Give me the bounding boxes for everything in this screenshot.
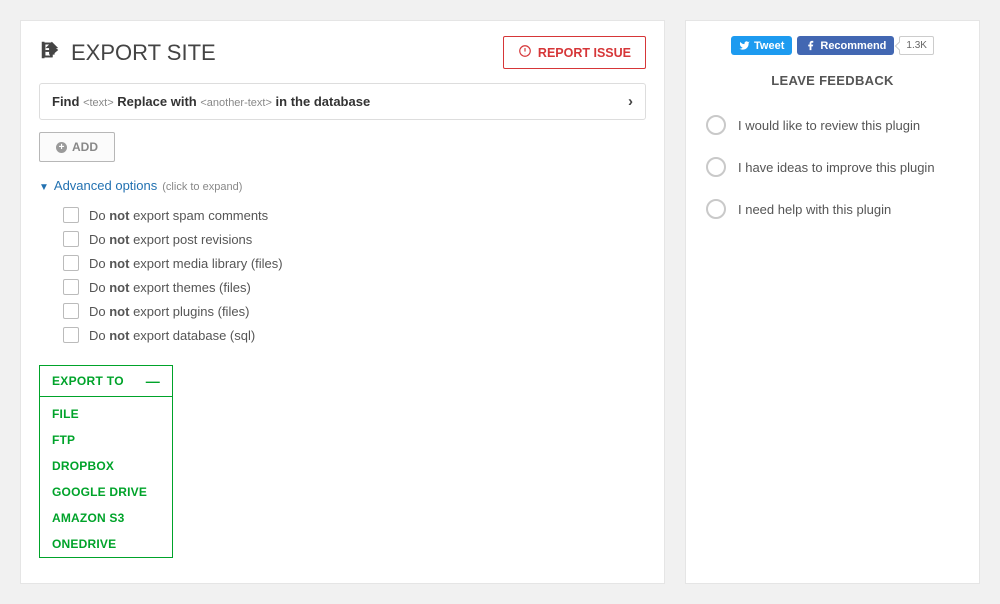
export-to-dropdown: EXPORT TO — FILEFTPDROPBOXGOOGLE DRIVEAM… <box>39 365 173 558</box>
advanced-option: Do not export media library (files) <box>63 251 646 275</box>
feedback-label: I would like to review this plugin <box>738 118 920 133</box>
export-to-button[interactable]: EXPORT TO — <box>40 366 172 397</box>
advanced-options-hint: (click to expand) <box>162 181 242 193</box>
feedback-option: I need help with this plugin <box>704 188 961 230</box>
find-replace-text: Find <text> Replace with <another-text> … <box>52 94 370 109</box>
export-target[interactable]: GOOGLE DRIVE <box>40 479 172 505</box>
twitter-icon <box>739 40 750 51</box>
advanced-option: Do not export plugins (files) <box>63 299 646 323</box>
export-targets-list: FILEFTPDROPBOXGOOGLE DRIVEAMAZON S3ONEDR… <box>40 397 172 557</box>
option-label: Do not export plugins (files) <box>89 304 249 319</box>
report-issue-button[interactable]: REPORT ISSUE <box>503 36 646 69</box>
advanced-option: Do not export themes (files) <box>63 275 646 299</box>
advanced-options: ▼ Advanced options (click to expand) Do … <box>39 178 646 347</box>
radio[interactable] <box>706 157 726 177</box>
recommend-button[interactable]: Recommend <box>797 36 894 55</box>
checkbox[interactable] <box>63 207 79 223</box>
advanced-option: Do not export spam comments <box>63 203 646 227</box>
export-target[interactable]: FILE <box>40 397 172 427</box>
caret-down-icon: ▼ <box>39 182 49 193</box>
add-button[interactable]: + ADD <box>39 132 115 162</box>
feedback-list: I would like to review this plugin I have… <box>704 104 961 230</box>
export-target[interactable]: FTP <box>40 427 172 453</box>
share-count: 1.3K <box>899 36 934 55</box>
find-replace-row[interactable]: Find <text> Replace with <another-text> … <box>39 83 646 120</box>
advanced-options-list: Do not export spam comments Do not export… <box>39 193 646 347</box>
export-to-label: EXPORT TO <box>52 374 124 388</box>
option-label: Do not export database (sql) <box>89 328 255 343</box>
tweet-label: Tweet <box>754 40 784 52</box>
minus-icon: — <box>146 376 160 386</box>
advanced-options-toggle[interactable]: ▼ Advanced options (click to expand) <box>39 178 646 193</box>
export-icon <box>39 39 61 67</box>
recommend-label: Recommend <box>820 40 886 52</box>
export-target[interactable]: AMAZON S3 <box>40 505 172 531</box>
radio[interactable] <box>706 115 726 135</box>
chevron-right-icon: › <box>628 93 633 110</box>
checkbox[interactable] <box>63 279 79 295</box>
panel-header: EXPORT SITE REPORT ISSUE <box>39 36 646 69</box>
export-target[interactable]: ONEDRIVE <box>40 531 172 557</box>
plus-icon: + <box>56 142 67 153</box>
feedback-option: I have ideas to improve this plugin <box>704 146 961 188</box>
add-button-label: ADD <box>72 140 98 154</box>
tweet-button[interactable]: Tweet <box>731 36 792 55</box>
warning-icon <box>518 44 532 61</box>
advanced-option: Do not export database (sql) <box>63 323 646 347</box>
advanced-options-label: Advanced options <box>54 178 157 193</box>
page-title-text: EXPORT SITE <box>71 40 216 66</box>
option-label: Do not export themes (files) <box>89 280 251 295</box>
feedback-option: I would like to review this plugin <box>704 104 961 146</box>
checkbox[interactable] <box>63 231 79 247</box>
feedback-panel: Tweet Recommend 1.3K LEAVE FEEDBACK I wo… <box>685 20 980 584</box>
feedback-label: I have ideas to improve this plugin <box>738 160 935 175</box>
export-target[interactable]: DROPBOX <box>40 453 172 479</box>
advanced-option: Do not export post revisions <box>63 227 646 251</box>
option-label: Do not export post revisions <box>89 232 252 247</box>
checkbox[interactable] <box>63 327 79 343</box>
feedback-title: LEAVE FEEDBACK <box>704 73 961 88</box>
option-label: Do not export spam comments <box>89 208 268 223</box>
share-count-value: 1.3K <box>906 40 927 51</box>
checkbox[interactable] <box>63 303 79 319</box>
report-issue-label: REPORT ISSUE <box>538 46 631 60</box>
checkbox[interactable] <box>63 255 79 271</box>
option-label: Do not export media library (files) <box>89 256 283 271</box>
feedback-label: I need help with this plugin <box>738 202 891 217</box>
page-title: EXPORT SITE <box>39 39 216 67</box>
radio[interactable] <box>706 199 726 219</box>
social-buttons: Tweet Recommend 1.3K <box>704 36 961 55</box>
export-site-panel: EXPORT SITE REPORT ISSUE Find <text> Rep… <box>20 20 665 584</box>
facebook-icon <box>805 40 816 51</box>
